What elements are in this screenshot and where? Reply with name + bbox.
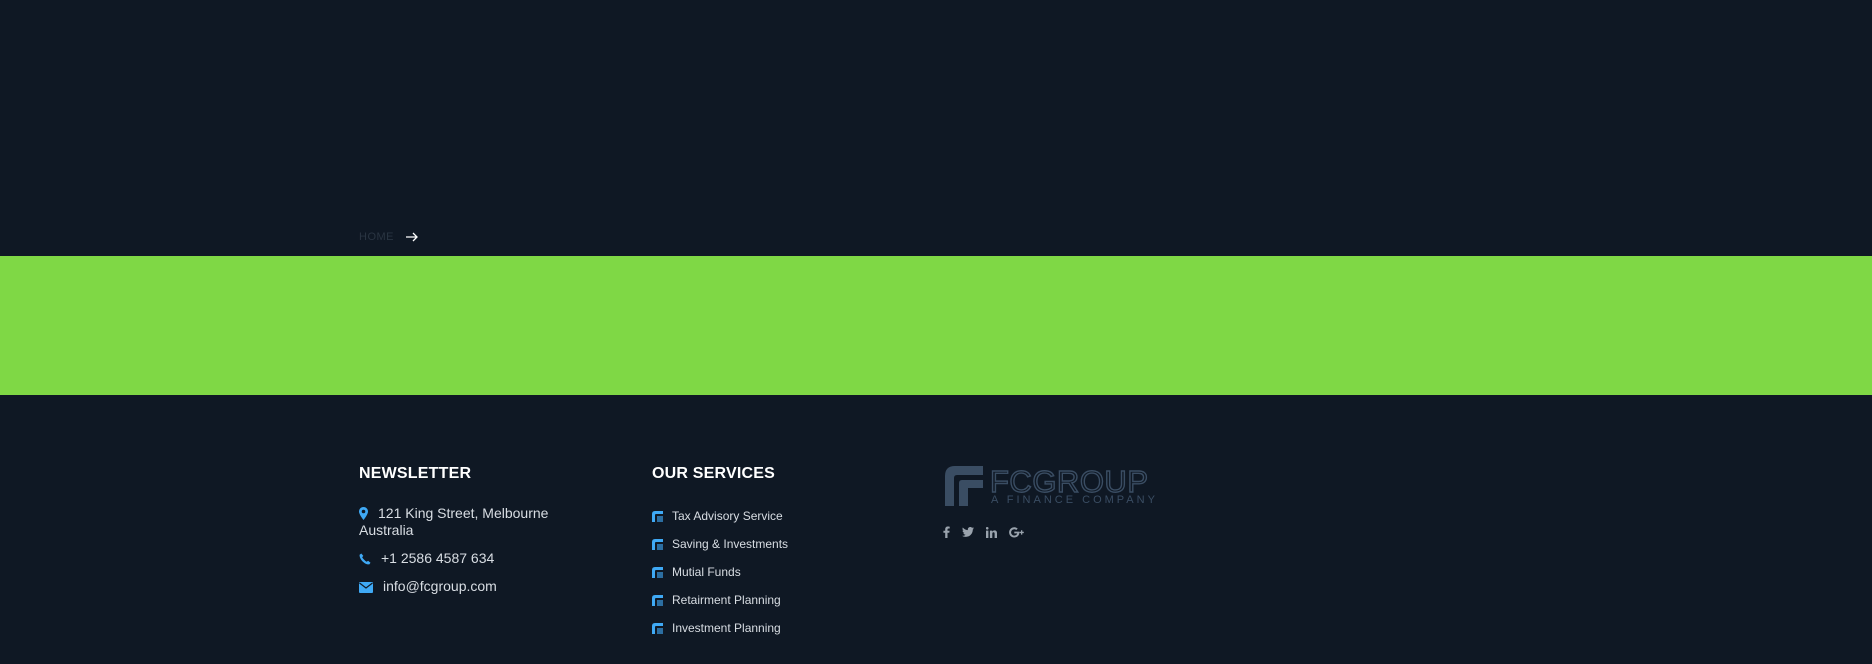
service-link[interactable]: Retairment Planning bbox=[652, 586, 892, 614]
service-label: Investment Planning bbox=[672, 621, 781, 635]
service-label: Saving & Investments bbox=[672, 537, 789, 551]
logo-tagline: A FINANCE COMPANY bbox=[991, 494, 1158, 506]
service-link[interactable]: Saving & Investments bbox=[652, 530, 892, 558]
map-marker-icon bbox=[359, 507, 368, 520]
service-label: Tax Advisory Service bbox=[672, 509, 783, 523]
linkedin-icon[interactable] bbox=[986, 526, 997, 538]
envelope-icon bbox=[359, 582, 373, 593]
phone-icon bbox=[359, 553, 371, 565]
facebook-icon[interactable] bbox=[943, 526, 950, 538]
fcgroup-logo[interactable]: FCGROUP A FINANCE COMPANY bbox=[943, 464, 1169, 508]
accent-banner bbox=[0, 256, 1872, 395]
services-column: OUR SERVICES Tax Advisory Service Saving… bbox=[652, 465, 892, 642]
brand-column: FCGROUP A FINANCE COMPANY bbox=[943, 464, 1203, 538]
service-link[interactable]: Investment Planning bbox=[652, 614, 892, 642]
arrow-right-icon bbox=[406, 232, 418, 242]
twitter-icon[interactable] bbox=[962, 527, 974, 537]
services-list: Tax Advisory Service Saving & Investment… bbox=[652, 502, 892, 642]
email-link[interactable]: info@fcgroup.com bbox=[383, 578, 497, 594]
service-label: Retairment Planning bbox=[672, 593, 781, 607]
breadcrumb: HOME bbox=[359, 229, 420, 245]
google-plus-icon[interactable] bbox=[1009, 526, 1025, 538]
social-links bbox=[943, 526, 1203, 538]
newsletter-column: NEWSLETTER 121 King Street, Melbourne Au… bbox=[359, 465, 599, 606]
service-label: Mutial Funds bbox=[672, 565, 741, 579]
breadcrumb-home-link[interactable]: HOME bbox=[359, 231, 394, 243]
fc-bullet-icon bbox=[652, 566, 663, 578]
address-line-2: Australia bbox=[359, 522, 414, 538]
address-line-1: 121 King Street, Melbourne bbox=[378, 505, 549, 521]
contact-email: info@fcgroup.com bbox=[359, 578, 599, 595]
service-link[interactable]: Mutial Funds bbox=[652, 558, 892, 586]
fc-bullet-icon bbox=[652, 622, 663, 634]
phone-number[interactable]: +1 2586 4587 634 bbox=[381, 550, 494, 566]
newsletter-heading: NEWSLETTER bbox=[359, 465, 472, 482]
fc-bullet-icon bbox=[652, 594, 663, 606]
contact-address: 121 King Street, Melbourne Australia bbox=[359, 505, 599, 539]
fc-bullet-icon bbox=[652, 538, 663, 550]
services-heading: OUR SERVICES bbox=[652, 465, 776, 482]
fc-bullet-icon bbox=[652, 510, 663, 522]
contact-list: 121 King Street, Melbourne Australia +1 … bbox=[359, 505, 599, 595]
contact-phone: +1 2586 4587 634 bbox=[359, 550, 599, 567]
service-link[interactable]: Tax Advisory Service bbox=[652, 502, 892, 530]
